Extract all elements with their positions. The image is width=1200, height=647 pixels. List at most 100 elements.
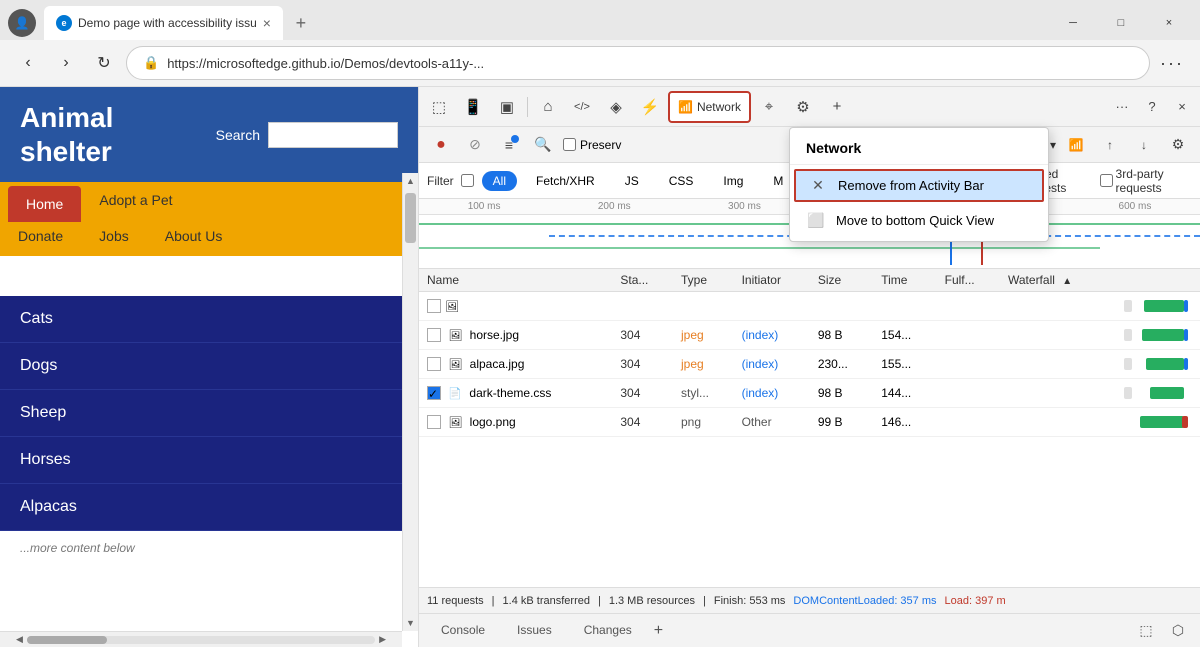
table-row[interactable]: 🖼 horse.jpg 304 jpeg (index) 98 B 154...	[419, 321, 1200, 350]
type-column-header[interactable]: Type	[673, 269, 734, 292]
dom-content-loaded: DOMContentLoaded: 357 ms	[793, 595, 936, 607]
scrollbar-thumb[interactable]	[405, 193, 416, 243]
filter-fetch-xhr-button[interactable]: Fetch/XHR	[525, 171, 606, 191]
table-row[interactable]: 🖼	[419, 292, 1200, 321]
upload-button[interactable]: ↑	[1096, 131, 1124, 159]
vertical-scrollbar[interactable]: ▼	[402, 173, 418, 631]
row-checkbox[interactable]	[427, 328, 441, 342]
row-checkbox[interactable]	[427, 415, 441, 429]
ruler-200ms: 200 ms	[549, 201, 679, 212]
device-emulation-button[interactable]: 📱	[457, 91, 489, 123]
network-table[interactable]: Name Sta... Type Initiator Size Time Ful…	[419, 269, 1200, 587]
nav-adopt[interactable]: Adopt a Pet	[81, 182, 190, 222]
resources-size: 1.3 MB resources	[609, 595, 695, 607]
close-devtools-button[interactable]: ×	[1168, 93, 1196, 121]
devtools-panel: ⬚ 📱 ▣ ⌂ </> ◈ ⚡ 📶 Network ⌖ ⚙ + ··· ? × …	[418, 87, 1200, 647]
search-network-button[interactable]: 🔍	[529, 131, 557, 159]
hscroll-thumb[interactable]	[27, 636, 107, 644]
panel-settings-icon[interactable]: ⬡	[1164, 617, 1192, 645]
horses-item[interactable]: Horses	[0, 437, 418, 484]
filter-js-button[interactable]: JS	[614, 171, 650, 191]
sources-tab[interactable]: ◈	[600, 91, 632, 123]
download-button[interactable]: ↓	[1130, 131, 1158, 159]
truncated-content: ...more content below	[0, 531, 418, 565]
window-controls: ─ □ ×	[1050, 7, 1192, 39]
console-tab-button[interactable]: Console	[427, 617, 499, 645]
application-settings-tab[interactable]: ⚙	[787, 91, 819, 123]
filter-img-button[interactable]: Img	[712, 171, 754, 191]
profile-avatar[interactable]: 👤	[8, 9, 36, 37]
add-panel-button[interactable]: +	[654, 622, 663, 640]
network-tab-button[interactable]: 📶 Network	[668, 91, 751, 123]
performance-tab[interactable]: ⚡	[634, 91, 666, 123]
help-button[interactable]: ?	[1138, 93, 1166, 121]
finish-time: Finish: 553 ms	[714, 595, 786, 607]
changes-tab-button[interactable]: Changes	[570, 617, 646, 645]
record-button[interactable]: ●	[427, 131, 455, 159]
filter-checkbox[interactable]	[461, 174, 474, 187]
scroll-down-button[interactable]: ▼	[403, 615, 418, 631]
table-body: 🖼	[419, 292, 1200, 437]
hscroll-left-arrow[interactable]: ◀	[16, 634, 23, 645]
elements-tab[interactable]: ⌂	[532, 91, 564, 123]
minimize-button[interactable]: ─	[1050, 7, 1096, 39]
accessibility-tab[interactable]: ⌖	[753, 91, 785, 123]
new-tab-button[interactable]: +	[287, 9, 315, 37]
name-column-header[interactable]: Name	[419, 269, 612, 292]
alpacas-item[interactable]: Alpacas	[0, 484, 418, 531]
filter-button[interactable]: ≡	[495, 131, 523, 159]
overflow-menu-button[interactable]: ···	[1108, 93, 1136, 121]
more-options-button[interactable]: ···	[1156, 47, 1188, 79]
name-cell: ✓ 📄 dark-theme.css	[419, 379, 612, 408]
preserve-log-checkbox[interactable]: Preserv	[563, 138, 621, 152]
third-party-checkbox[interactable]: 3rd-party requests	[1100, 167, 1192, 195]
row-checkbox[interactable]	[427, 357, 441, 371]
refresh-button[interactable]: ↻	[88, 47, 120, 79]
nav-about[interactable]: About Us	[147, 222, 241, 250]
move-to-bottom-item[interactable]: ⬜ Move to bottom Quick View	[790, 204, 1048, 237]
dock-icon[interactable]: ⬚	[1132, 617, 1160, 645]
console-tab[interactable]: </>	[566, 91, 598, 123]
stop-button[interactable]: ⊘	[461, 131, 489, 159]
browser-tab[interactable]: e Demo page with accessibility issu ×	[44, 6, 283, 40]
wifi-icon: 📶	[678, 100, 693, 114]
inspect-element-button[interactable]: ⬚	[423, 91, 455, 123]
horizontal-scrollbar[interactable]: ◀ ▶	[0, 631, 402, 647]
scroll-up-button[interactable]: ▲	[402, 173, 418, 189]
search-input[interactable]	[268, 122, 398, 148]
table-row[interactable]: ✓ 📄 dark-theme.css 304 styl... (index) 9…	[419, 379, 1200, 408]
hscroll-right-arrow[interactable]: ▶	[379, 634, 386, 645]
maximize-button[interactable]: □	[1098, 7, 1144, 39]
time-column-header[interactable]: Time	[873, 269, 936, 292]
issues-tab-button[interactable]: Issues	[503, 617, 566, 645]
initiator-column-header[interactable]: Initiator	[734, 269, 810, 292]
network-label: Network	[697, 100, 741, 114]
window-close-button[interactable]: ×	[1146, 7, 1192, 39]
row-checkbox[interactable]	[427, 299, 441, 313]
table-row[interactable]: 🖼 alpaca.jpg 304 jpeg (index) 230... 155…	[419, 350, 1200, 379]
row-checkbox[interactable]: ✓	[427, 386, 441, 400]
url-bar[interactable]: 🔒 https://microsoftedge.github.io/Demos/…	[126, 46, 1150, 80]
nav-donate[interactable]: Donate	[0, 222, 81, 250]
back-button[interactable]: ‹	[12, 47, 44, 79]
nav-home[interactable]: Home	[8, 186, 81, 222]
status-column-header[interactable]: Sta...	[612, 269, 673, 292]
sheep-item[interactable]: Sheep	[0, 390, 418, 437]
network-settings-button[interactable]: ⚙	[1164, 131, 1192, 159]
dogs-item[interactable]: Dogs	[0, 343, 418, 390]
fulfilled-column-header[interactable]: Fulf...	[937, 269, 1000, 292]
address-bar: ‹ › ↻ 🔒 https://microsoftedge.github.io/…	[0, 40, 1200, 86]
nav-jobs[interactable]: Jobs	[81, 222, 147, 250]
url-text: https://microsoftedge.github.io/Demos/de…	[167, 56, 484, 71]
remove-from-activity-bar-item[interactable]: ✕ Remove from Activity Bar	[794, 169, 1044, 202]
tab-close-button[interactable]: ×	[263, 16, 271, 30]
filter-all-button[interactable]: All	[482, 171, 517, 191]
sidebar-toggle-button[interactable]: ▣	[491, 91, 523, 123]
cats-item[interactable]: Cats	[0, 296, 418, 343]
add-tab-button[interactable]: +	[821, 91, 853, 123]
forward-button[interactable]: ›	[50, 47, 82, 79]
table-row[interactable]: 🖼 logo.png 304 png Other 99 B 146...	[419, 408, 1200, 437]
filter-css-button[interactable]: CSS	[658, 171, 705, 191]
waterfall-column-header[interactable]: Waterfall ▲	[1000, 269, 1200, 292]
size-column-header[interactable]: Size	[810, 269, 873, 292]
